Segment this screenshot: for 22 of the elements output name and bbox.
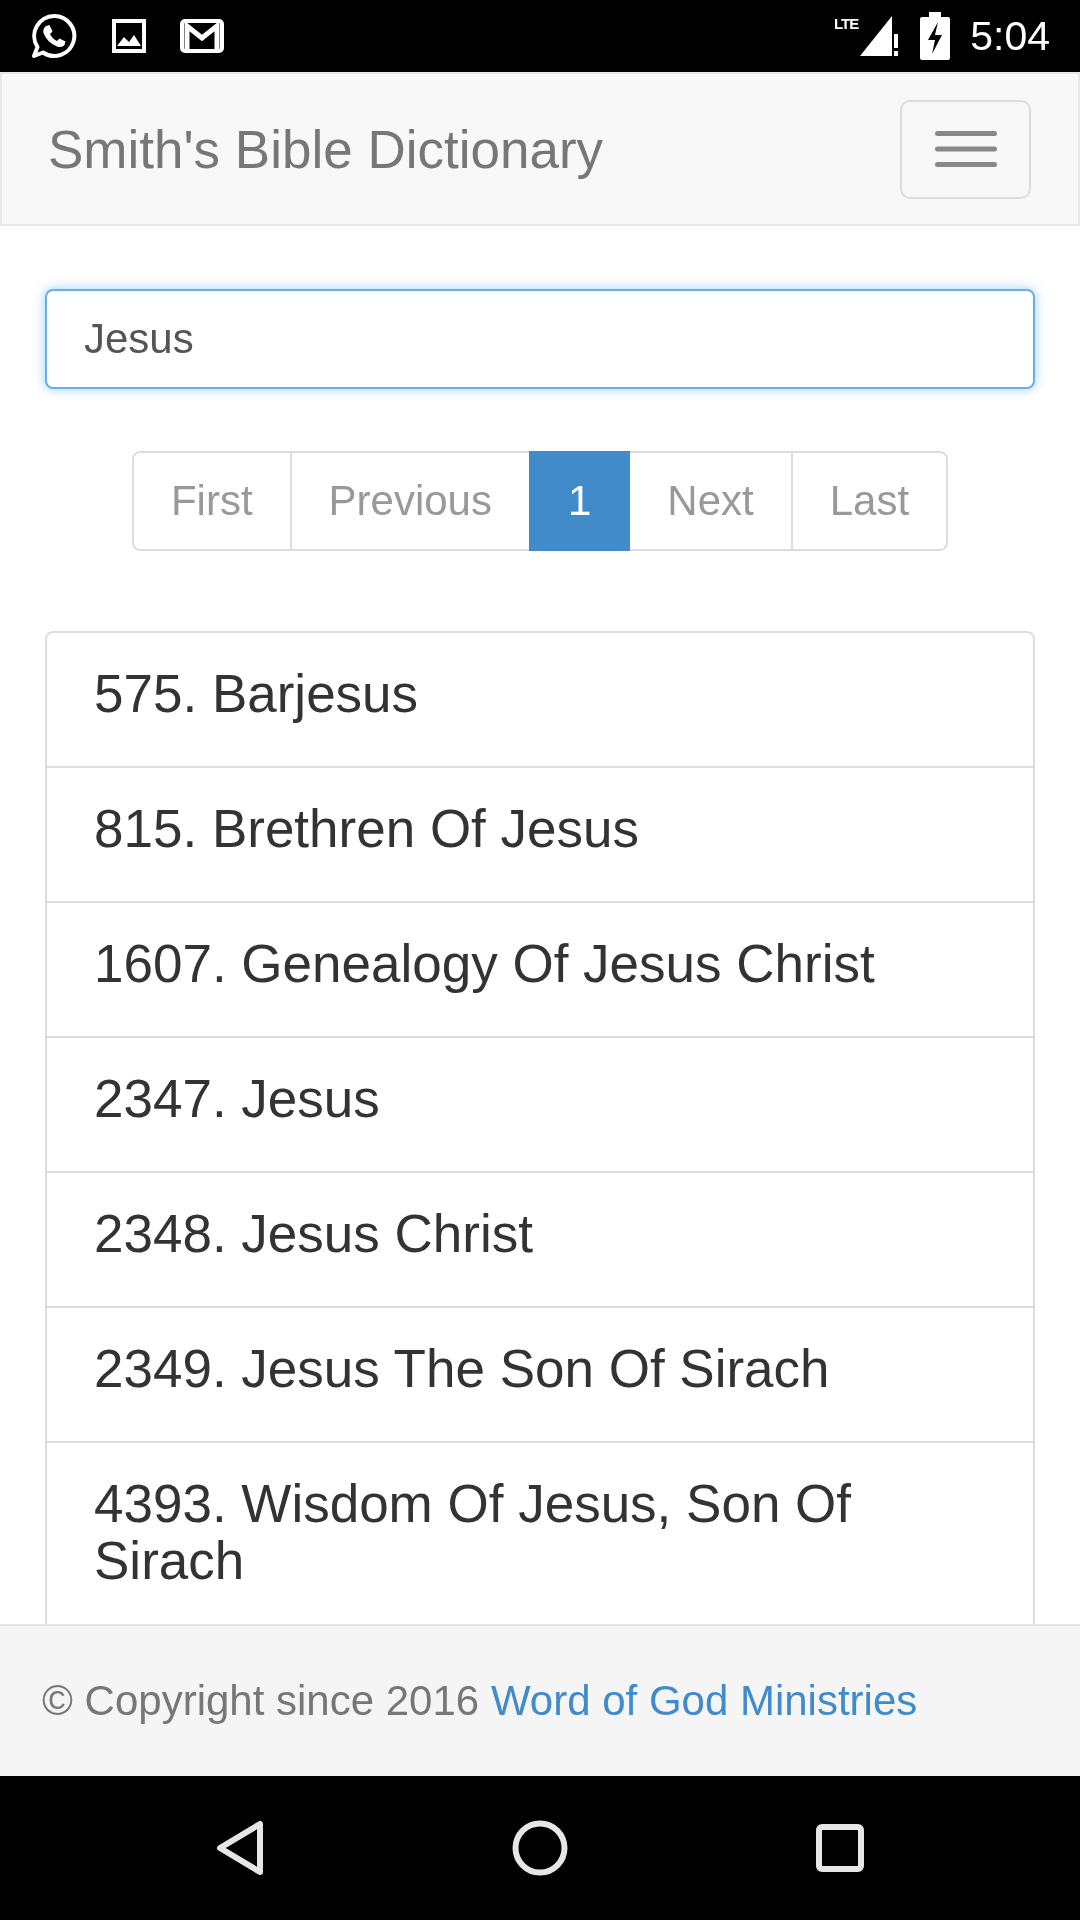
- result-item[interactable]: 575. Barjesus: [45, 631, 1035, 768]
- image-icon: [112, 19, 146, 53]
- recents-icon[interactable]: [816, 1824, 864, 1872]
- search-field[interactable]: Jesus: [45, 289, 1035, 389]
- page-button[interactable]: 1: [528, 451, 631, 551]
- chat-bubble-phone-icon: [30, 12, 78, 60]
- network-type-label: LTE: [833, 16, 859, 31]
- menu-button[interactable]: [900, 99, 1031, 199]
- result-item[interactable]: 1607. Genealogy Of Jesus Christ: [45, 901, 1035, 1038]
- back-icon[interactable]: [215, 1820, 265, 1876]
- mail-icon: [180, 19, 224, 53]
- result-item[interactable]: 2347. Jesus: [45, 1036, 1035, 1173]
- clock-time: 5:04: [970, 15, 1050, 57]
- result-item[interactable]: 4393. Wisdom Of Jesus, Son Of Sirach: [45, 1441, 1035, 1624]
- battery-charging-icon: [920, 12, 951, 60]
- home-icon[interactable]: [512, 1820, 568, 1876]
- result-item[interactable]: 815. Brethren Of Jesus: [45, 766, 1035, 903]
- result-item[interactable]: 2349. Jesus The Son Of Sirach: [45, 1306, 1035, 1443]
- copyright-text: © Copyright since 2016 Word of God Ministries: [42, 1680, 918, 1722]
- signal-icon: [858, 14, 901, 58]
- result-item[interactable]: 2348. Jesus Christ: [45, 1171, 1035, 1308]
- menu-icon: [934, 131, 997, 167]
